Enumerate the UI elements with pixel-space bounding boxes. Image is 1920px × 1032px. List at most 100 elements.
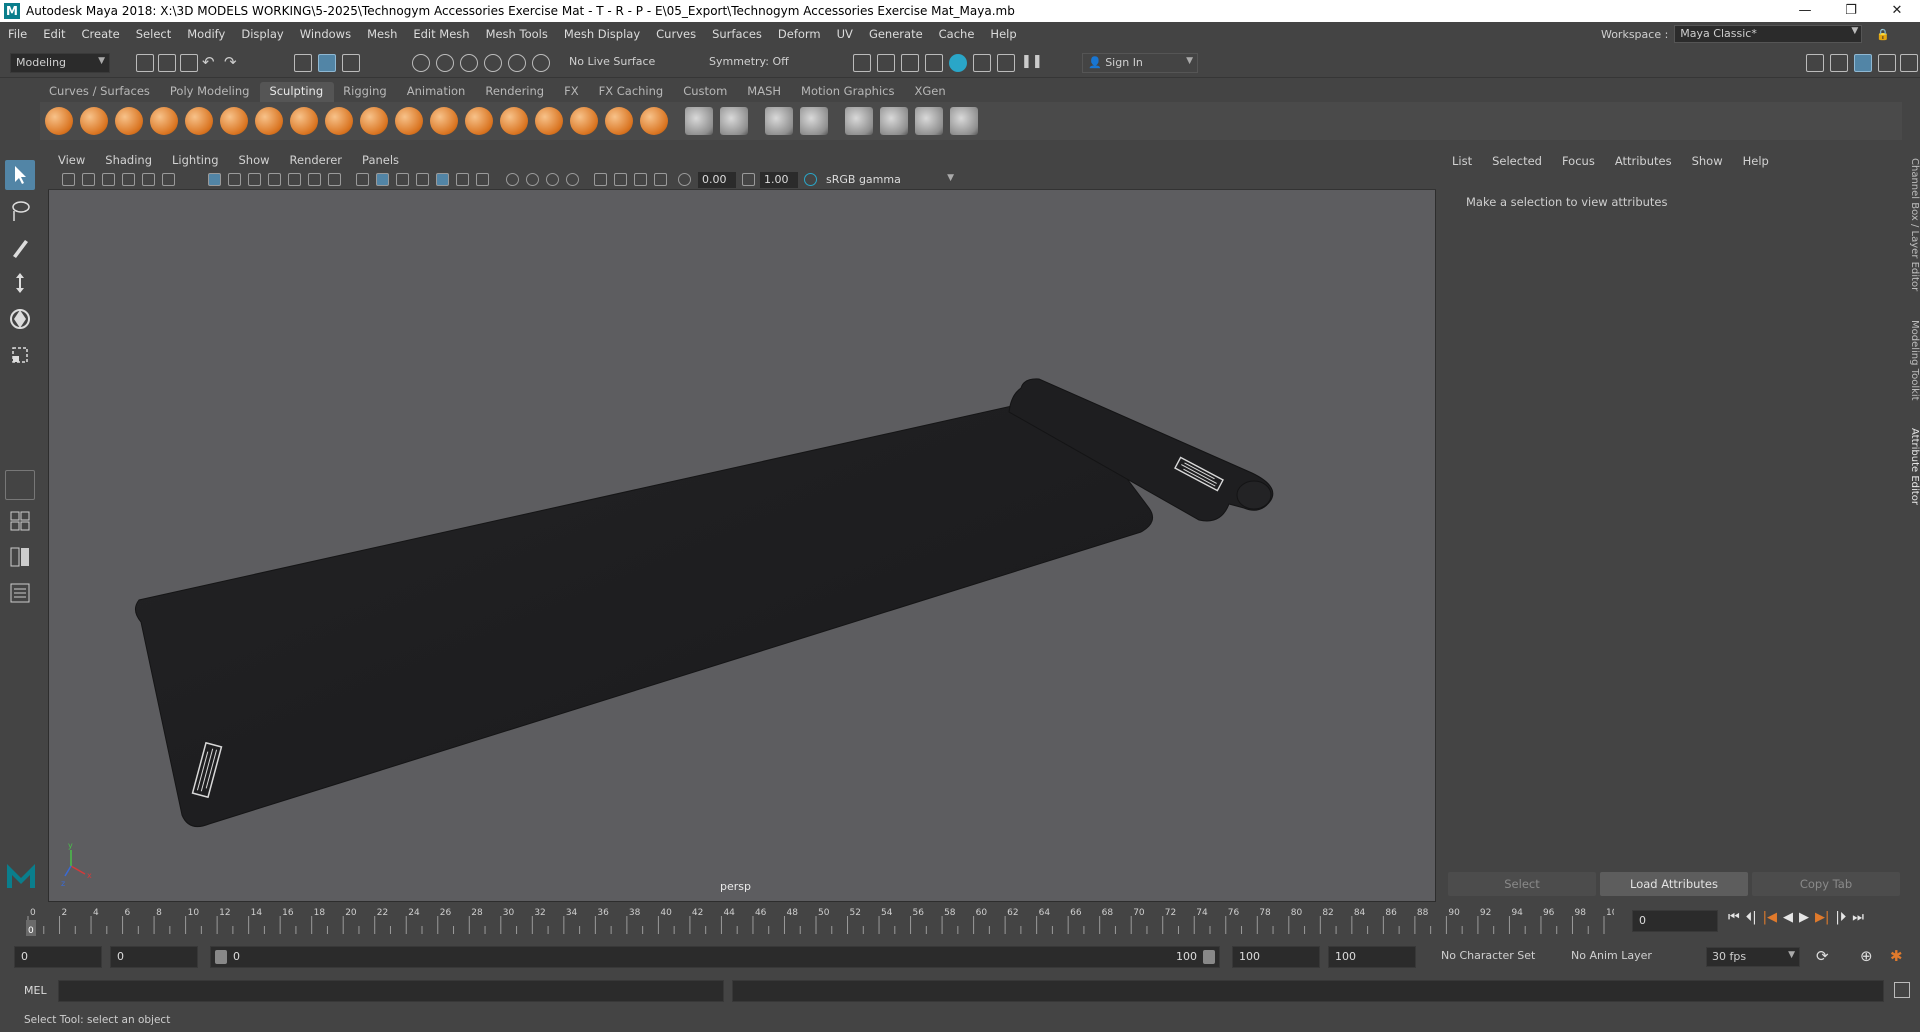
safe-title-icon[interactable] <box>328 173 341 186</box>
menu-generate[interactable]: Generate <box>861 27 931 41</box>
select-hierarchy-icon[interactable] <box>294 54 312 72</box>
single-perspective-view-icon[interactable] <box>5 470 35 500</box>
minimize-button[interactable]: — <box>1782 0 1828 22</box>
step-forward-key-icon[interactable]: |⏵ <box>1835 910 1846 925</box>
snap-vertex-icon[interactable] <box>532 54 550 72</box>
snap-curve-icon[interactable] <box>436 54 454 72</box>
menu-display[interactable]: Display <box>233 27 291 41</box>
snap-surface-icon[interactable] <box>508 54 526 72</box>
resolution-gate-icon[interactable] <box>248 173 261 186</box>
outliner-icon[interactable] <box>5 578 35 608</box>
maximize-button[interactable]: ❐ <box>1828 0 1874 22</box>
wireframe-icon[interactable] <box>356 173 369 186</box>
scene-start-field[interactable]: 0 <box>14 946 102 968</box>
wax-tool-icon[interactable] <box>395 107 423 135</box>
menu-mesh[interactable]: Mesh <box>359 27 405 41</box>
mel-label[interactable]: MEL <box>24 984 47 997</box>
step-back-key-icon[interactable]: ⏴| <box>1746 910 1757 925</box>
modeling-toolkit-icon[interactable] <box>1806 54 1824 72</box>
playback-end-field[interactable]: 100 <box>1232 946 1320 968</box>
command-input[interactable] <box>58 980 724 1002</box>
smooth-tool-icon[interactable] <box>80 107 108 135</box>
viewport-menu-lighting[interactable]: Lighting <box>162 153 228 167</box>
channel-box-icon[interactable] <box>1900 54 1918 72</box>
tab-fx[interactable]: FX <box>555 82 590 102</box>
attr-menu-list[interactable]: List <box>1442 152 1482 172</box>
persp-viewport[interactable]: x y z <box>49 190 1435 901</box>
spray-tool-icon[interactable] <box>290 107 318 135</box>
attribute-editor-toggle-icon[interactable] <box>1854 54 1872 72</box>
grease-pencil-icon[interactable] <box>162 173 175 186</box>
shape-editor-icon[interactable] <box>800 107 828 135</box>
relax-tool-icon[interactable] <box>115 107 143 135</box>
scene-end-field[interactable]: 100 <box>1328 946 1416 968</box>
auto-key-icon[interactable]: ⊕ <box>1860 947 1873 965</box>
character-controls-icon[interactable] <box>1830 54 1848 72</box>
animation-prefs-icon[interactable]: ✱ <box>1890 947 1903 965</box>
color-space-dropdown[interactable]: sRGB gamma ▼ <box>822 172 958 188</box>
playback-start-field[interactable]: 0 <box>110 946 198 968</box>
range-slider[interactable]: 0 100 <box>210 946 1220 968</box>
viewport-menu-show[interactable]: Show <box>229 153 280 167</box>
redo-icon[interactable]: ↷ <box>224 54 242 72</box>
persp-outliner-view-icon[interactable] <box>5 542 35 572</box>
attr-menu-attributes[interactable]: Attributes <box>1605 152 1682 172</box>
tab-sculpting[interactable]: Sculpting <box>260 82 335 102</box>
bookmarks-icon[interactable] <box>102 173 115 186</box>
menu-mesh-display[interactable]: Mesh Display <box>556 27 648 41</box>
sculpt-tool-icon[interactable] <box>45 107 73 135</box>
menu-cache[interactable]: Cache <box>931 27 983 41</box>
tab-motion-graphics[interactable]: Motion Graphics <box>792 82 905 102</box>
freeze-tool-icon[interactable] <box>640 107 668 135</box>
scrape-tool-icon[interactable] <box>430 107 458 135</box>
render-setup-icon[interactable] <box>973 54 991 72</box>
foamy-tool-icon[interactable] <box>255 107 283 135</box>
snap-point-icon[interactable] <box>460 54 478 72</box>
play-backwards-icon[interactable]: ◀ <box>1783 910 1793 925</box>
render-view-icon[interactable] <box>853 54 871 72</box>
play-forwards-icon[interactable]: ▶ <box>1799 910 1809 925</box>
erase-tool-icon[interactable] <box>950 107 978 135</box>
camera-attributes-icon[interactable] <box>82 173 95 186</box>
motion-blur-icon[interactable] <box>526 173 539 186</box>
smear-tool-icon[interactable] <box>535 107 563 135</box>
use-all-lights-icon[interactable] <box>456 173 469 186</box>
menu-curves[interactable]: Curves <box>648 27 704 41</box>
tab-rigging[interactable]: Rigging <box>334 82 398 102</box>
go-to-end-icon[interactable]: ⏭ <box>1852 910 1864 925</box>
time-ruler[interactable]: 0 2 4 6 8 10 12 14 16 18 20 22 24 26 28 30 32 34 36 38 40 42 4… <box>24 906 1614 938</box>
flatten-tool-icon[interactable] <box>220 107 248 135</box>
film-gate-icon[interactable] <box>228 173 241 186</box>
snap-grid-icon[interactable] <box>412 54 430 72</box>
color-management-icon[interactable] <box>804 173 817 186</box>
menu-edit[interactable]: Edit <box>35 27 73 41</box>
workspace-dropdown[interactable]: Maya Classic* ▼ <box>1674 25 1863 43</box>
grab-tool-icon[interactable] <box>150 107 178 135</box>
menu-edit-mesh[interactable]: Edit Mesh <box>405 27 477 41</box>
shadows-icon[interactable] <box>476 173 489 186</box>
character-set-dropdown[interactable]: No Character Set <box>1436 947 1552 967</box>
imprint-tool-icon[interactable] <box>360 107 388 135</box>
new-scene-icon[interactable] <box>136 54 154 72</box>
menu-create[interactable]: Create <box>74 27 128 41</box>
render-settings-icon[interactable] <box>925 54 943 72</box>
xray-joints-icon[interactable] <box>634 173 647 186</box>
2d-pan-zoom-icon[interactable] <box>142 173 155 186</box>
repeat-tool-icon[interactable] <box>325 107 353 135</box>
menu-help[interactable]: Help <box>982 27 1024 41</box>
lasso-tool-icon[interactable] <box>5 196 35 226</box>
xray-icon[interactable] <box>614 173 627 186</box>
current-frame-field[interactable]: 0 <box>1632 910 1718 932</box>
gate-mask-icon[interactable] <box>268 173 281 186</box>
scale-tool-icon[interactable] <box>5 340 35 370</box>
menu-modify[interactable]: Modify <box>179 27 233 41</box>
menu-uv[interactable]: UV <box>829 27 861 41</box>
select-object-icon[interactable] <box>318 54 336 72</box>
hypershade-icon[interactable] <box>949 54 967 72</box>
select-tool-icon[interactable] <box>5 160 35 190</box>
loop-icon[interactable]: ⟳ <box>1816 947 1829 965</box>
menu-file[interactable]: File <box>0 27 35 41</box>
knife-tool-icon[interactable] <box>500 107 528 135</box>
load-attributes-button[interactable]: Load Attributes <box>1600 872 1748 896</box>
convert-to-frozen-icon[interactable] <box>685 107 713 135</box>
